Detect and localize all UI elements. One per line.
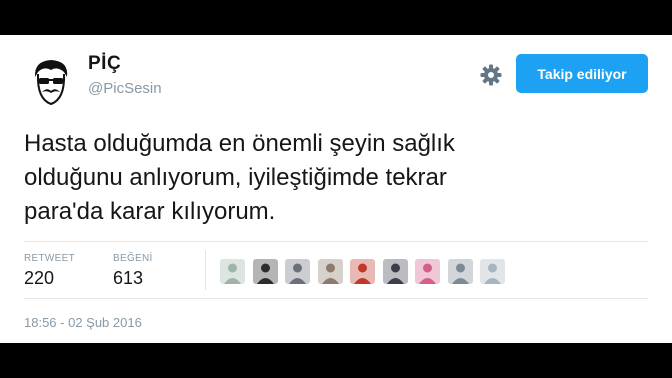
liker-avatars [220,259,513,284]
like-label: BEĞENİ [113,253,153,264]
divider [24,241,648,242]
tweet-text: Hasta olduğumda en önemli şeyin sağlık o… [24,127,644,229]
display-name[interactable]: PİÇ [88,53,121,75]
liker-avatar-icon[interactable] [415,259,440,284]
liker-avatar-icon[interactable] [252,259,278,284]
tweet-text-line: para'da karar kılıyorum. [24,198,276,225]
liker-avatar-icon[interactable] [480,259,505,284]
avatar[interactable] [24,55,78,109]
liker-avatar-icon[interactable] [382,259,408,284]
tweet-card: PİÇ @PicSesin Takip ediliyor Hasta olduğ… [0,35,672,343]
retweet-count: 220 [24,268,55,288]
liker-avatar-icon[interactable] [317,259,343,284]
avatar-icon [34,60,68,106]
gear-icon[interactable] [480,64,502,86]
like-stat[interactable]: BEĞENİ 613 [113,253,153,289]
retweet-stat[interactable]: RETWEET 220 [24,253,75,289]
stats-separator [205,250,206,290]
liker-avatar-icon[interactable] [285,259,310,284]
tweet-text-line: olduğunu anlıyorum, iyileştiğimde tekrar [24,164,447,191]
liker-avatar-icon[interactable] [220,259,245,284]
like-count: 613 [113,268,144,288]
user-handle[interactable]: @PicSesin [88,80,162,97]
tweet-timestamp[interactable]: 18:56 - 02 Şub 2016 [24,315,142,330]
liker-avatar-icon[interactable] [447,259,473,284]
retweet-label: RETWEET [24,253,75,264]
liker-avatar-icon[interactable] [350,259,375,284]
tweet-text-line: Hasta olduğumda en önemli şeyin sağlık [24,130,455,157]
following-button[interactable]: Takip ediliyor [516,54,648,93]
divider [24,298,648,299]
